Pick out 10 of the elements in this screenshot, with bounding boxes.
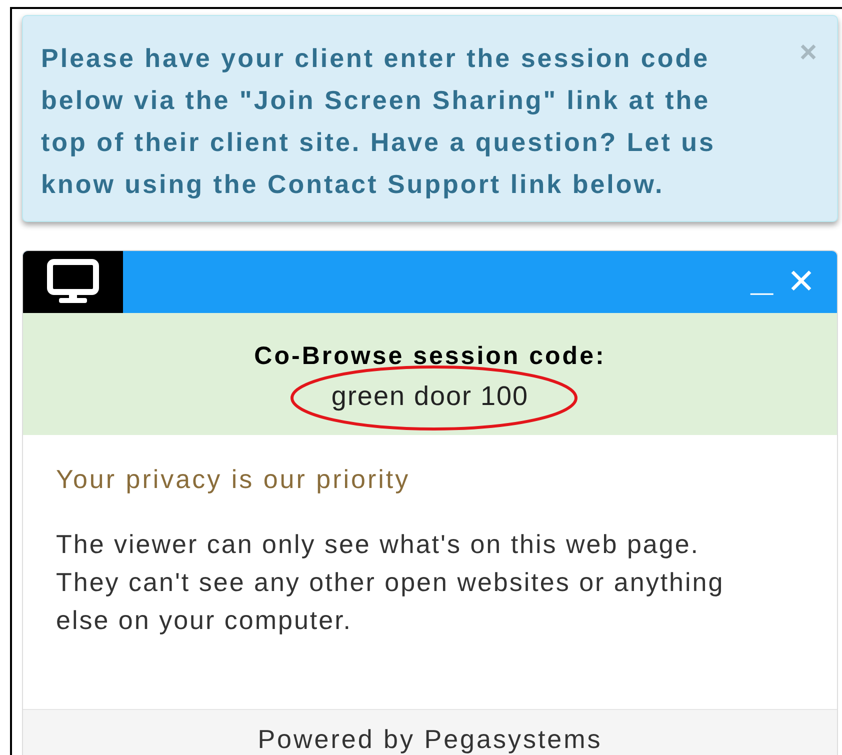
alert-message: Please have your client enter the session code below via the "Join Screen Sharing" link at the top of their client site. Have a question? Let us know using the Contact Support link below. — [41, 42, 716, 201]
minimize-button[interactable]: _ — [750, 257, 773, 297]
panel-footer: Powered by Pegasystems — [23, 709, 837, 755]
privacy-text: The viewer can only see what's on this web page. They can't see any other open websites or anything else on your computer. — [56, 528, 726, 637]
session-code: green door 100 — [331, 381, 529, 411]
close-button[interactable]: ✕ — [787, 265, 815, 299]
close-button[interactable]: × — [799, 38, 817, 68]
session-title: Co-Browse session code: — [254, 341, 606, 371]
monitor-icon — [47, 259, 99, 305]
privacy-heading: Your privacy is our priority — [56, 463, 412, 495]
